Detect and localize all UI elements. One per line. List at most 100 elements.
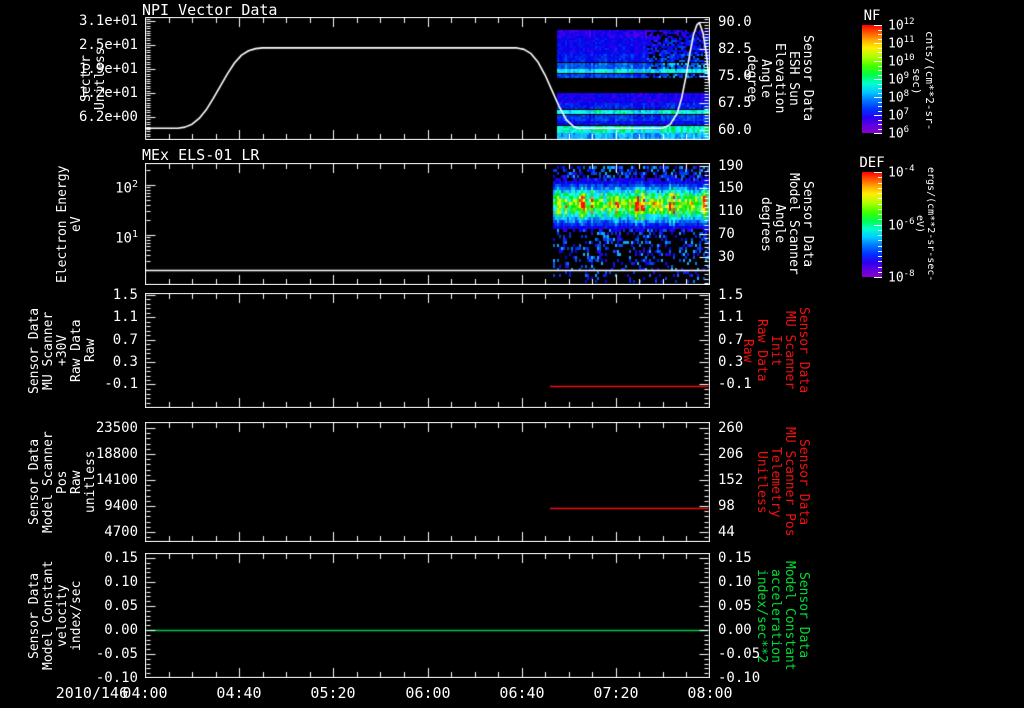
nf-colorbar-tick [874, 97, 882, 98]
nf-colorbar-tick [878, 30, 882, 31]
panel-2-title: MEx ELS-01 LR [142, 146, 260, 164]
panel-5-left-tick-label: 0.05 [104, 598, 138, 614]
def-colorbar-tick [878, 267, 882, 268]
x-axis-tick-label: 05:20 [310, 684, 356, 702]
panel-4-right-tick-label: 44 [718, 524, 735, 540]
panel-3-left-tick-label: 1.1 [112, 309, 138, 325]
panel-4-left-tick-label: 14100 [95, 472, 138, 488]
def-colorbar-tick [874, 172, 882, 173]
axis-label-line: MU Scanner Pos [782, 427, 797, 537]
panel-1-right-tick-label: 67.5 [718, 95, 752, 111]
axis-label-line: Sensor Data [800, 35, 815, 122]
panel-2-right-tick-label: 30 [718, 249, 735, 265]
nf-colorbar-tick [878, 129, 882, 130]
panel-5-right-tick-label: 0.15 [718, 550, 752, 566]
def-colorbar-tick [874, 225, 882, 226]
axis-label-line: Sensor Data [796, 307, 811, 394]
panel-5-left-tick-label: 0.10 [104, 574, 138, 590]
def-colorbar-tick [878, 219, 882, 220]
panel-2-right-tick-label: 150 [718, 180, 744, 196]
def-colorbar-tick [878, 188, 882, 189]
panel-3-right-tick-label: 1.5 [718, 287, 744, 303]
nf-colorbar-tick [874, 43, 882, 44]
panel-3-left-tick-label: 0.7 [112, 332, 138, 348]
nf-colorbar-tick-label: 109 [888, 71, 910, 88]
def-colorbar-tick-label: 10-4 [888, 164, 915, 181]
nf-colorbar-tick-label: 108 [888, 89, 910, 106]
panel-2-right-tick-label: 110 [718, 203, 744, 219]
panel-5-plot-canvas [145, 553, 710, 678]
def-colorbar-tick [878, 240, 882, 241]
panel-2-right-tick-label: 190 [718, 158, 744, 174]
panel-1-left-tick-label: 3.1e+01 [78, 13, 138, 29]
nf-colorbar-tick [878, 111, 882, 112]
panel-2-right-tick-label: 70 [718, 226, 735, 242]
nf-colorbar-tick [878, 124, 882, 125]
panel-3-right-tick-label: 0.7 [718, 332, 744, 348]
panel-5-left-tick-label: -0.05 [95, 646, 138, 662]
nf-colorbar-tick [878, 102, 882, 103]
def-colorbar-tick-label: 10-6 [888, 217, 915, 234]
nf-colorbar-tick-label: 107 [888, 107, 910, 124]
panel-1-left-tick-label: 1.2e+01 [78, 85, 138, 101]
nf-colorbar-tick [878, 48, 882, 49]
axis-label-line: Model Constant [782, 560, 797, 671]
x-axis-tick-label: 07:20 [593, 684, 639, 702]
def-colorbar-tick [878, 246, 882, 247]
panel-3-left-tick-label: -0.1 [104, 376, 138, 392]
panel-4-left-tick-label: 4700 [104, 524, 138, 540]
axis-label-line: Sensor Data [796, 572, 811, 659]
axis-label-line: Sensor Data [800, 180, 815, 268]
def-colorbar-tick [878, 193, 882, 194]
nf-colorbar-tick-label: 106 [888, 125, 910, 142]
nf-colorbar-tick [874, 25, 882, 26]
nf-colorbar-tick-label: 1011 [888, 35, 915, 52]
axis-label-line: Model Scanner [786, 173, 801, 275]
x-axis-tick-label: 08:00 [687, 684, 733, 702]
def-colorbar-tick [878, 209, 882, 210]
panel-2-left-tick-label: 102 [115, 179, 138, 197]
panel-4-right-tick-label: 98 [718, 498, 735, 514]
panel-3-plot-canvas [145, 293, 710, 408]
def-colorbar-tick [878, 230, 882, 231]
nf-colorbar-tick [878, 70, 882, 71]
panel-1-left-tick-label: 1.9e+01 [78, 61, 138, 77]
def-colorbar-tick [878, 177, 882, 178]
panel-1-right-tick-label: 82.5 [718, 41, 752, 57]
nf-colorbar-tick-label: 1010 [888, 53, 915, 70]
def-colorbar-tick [878, 256, 882, 257]
panel-4-plot-canvas [145, 422, 710, 542]
nf-colorbar-tick [878, 52, 882, 53]
x-axis-tick-label: 06:40 [499, 684, 545, 702]
def-colorbar-tick [878, 204, 882, 205]
nf-colorbar-tick [874, 61, 882, 62]
def-colorbar-tick [878, 261, 882, 262]
panel-5-left-tick-label: 0.15 [104, 550, 138, 566]
panel-1-right-tick-label: 60.0 [718, 122, 752, 138]
def-colorbar-tick [878, 214, 882, 215]
def-colorbar-tick [878, 183, 882, 184]
panel-3-right-tick-label: 0.3 [718, 354, 744, 370]
tplot-figure: NPI Vector Data MEx ELS-01 LR Sector Unit… [0, 0, 1024, 708]
panel-3-left-tick-label: 1.5 [112, 287, 138, 303]
panel-1-plot-canvas [145, 17, 710, 140]
def-colorbar-tick [878, 251, 882, 252]
nf-colorbar-title: NF [863, 8, 881, 24]
nf-colorbar-tick [878, 57, 882, 58]
def-colorbar-title: DEF [859, 155, 885, 171]
panel-4-left-tick-label: 23500 [95, 420, 138, 436]
nf-colorbar-tick [878, 120, 882, 121]
nf-colorbar-tick [874, 115, 882, 116]
def-colorbar-tick [878, 272, 882, 273]
panel-3-left-tick-label: 0.3 [112, 354, 138, 370]
axis-label-line: Sensor Data [796, 438, 811, 526]
panel-4-right-tick-label: 206 [718, 446, 744, 462]
nf-colorbar-tick [878, 88, 882, 89]
def-colorbar-unit-label: ergs/(cm**2-sr-sec-eV) [914, 166, 936, 282]
nf-colorbar-tick [874, 133, 882, 134]
panel-5-right-tick-label: 0.10 [718, 574, 752, 590]
nf-colorbar-tick [878, 66, 882, 67]
panel-5-left-tick-label: 0.00 [104, 622, 138, 638]
panel-2-left-tick-label: 101 [115, 229, 138, 247]
x-axis-tick-label: 06:00 [405, 684, 451, 702]
